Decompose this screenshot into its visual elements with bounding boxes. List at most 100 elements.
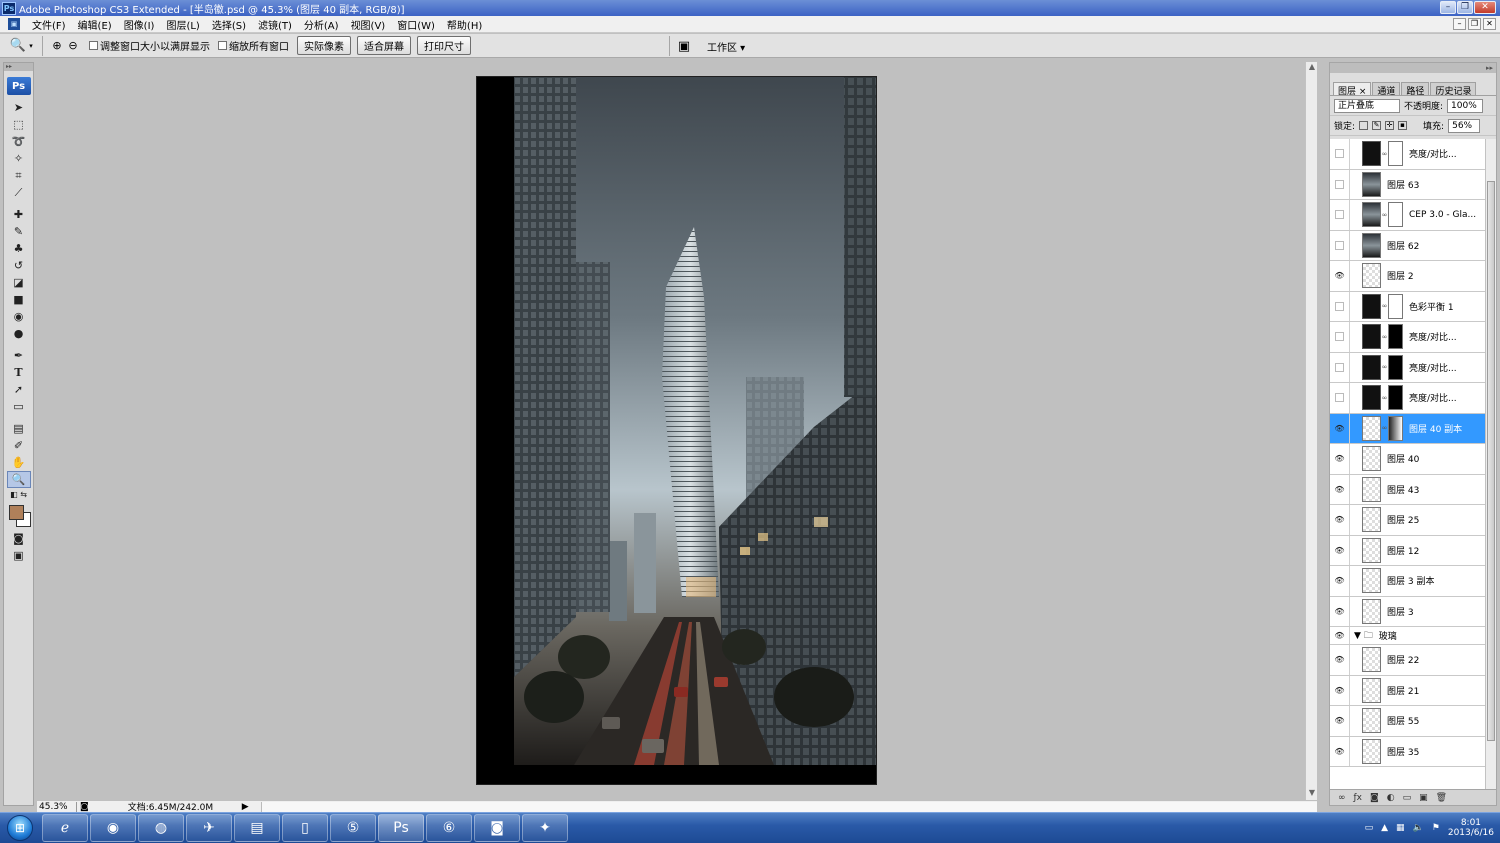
shape-tool-icon[interactable]: ▭ — [7, 398, 31, 415]
pen-tool-icon[interactable]: ✒ — [7, 347, 31, 364]
menu-file[interactable]: 文件(F) — [26, 17, 72, 32]
opacity-input[interactable]: 100% — [1447, 98, 1484, 113]
screen-mode-icon[interactable]: ▣ — [7, 547, 31, 564]
notes-app-icon[interactable]: ▯ — [282, 814, 328, 842]
layer-group-row[interactable]: 👁 ▼ 🗀 玻璃 — [1330, 627, 1486, 645]
visibility-box[interactable] — [1335, 301, 1344, 311]
document-canvas[interactable] — [476, 76, 877, 785]
canvas-vertical-scrollbar[interactable]: ▲ ▼ — [1305, 62, 1317, 800]
layer-mask-thumbnail[interactable] — [1388, 202, 1403, 228]
lock-position-icon[interactable]: ✛ — [1385, 121, 1395, 130]
visibility-toggle[interactable] — [1330, 200, 1350, 230]
eye-icon[interactable]: 👁 — [1330, 474, 1350, 504]
eyedropper-tool-icon[interactable]: ✐ — [7, 437, 31, 454]
start-button[interactable]: ⊞ — [0, 813, 40, 843]
layer-thumbnail[interactable] — [1362, 537, 1381, 563]
layer-thumbnail[interactable] — [1362, 677, 1381, 703]
eye-icon[interactable]: 👁 — [1330, 505, 1350, 535]
visibility-toggle[interactable] — [1330, 383, 1350, 413]
scroll-up-icon[interactable]: ▲ — [1306, 62, 1318, 74]
eye-icon[interactable]: 👁 — [1330, 444, 1350, 474]
mask-link-icon[interactable]: ∞ — [1381, 211, 1388, 219]
keyboard-icon[interactable]: ▭ — [1365, 823, 1374, 833]
eye-icon[interactable]: 👁 — [1330, 596, 1350, 626]
file-explorer-icon[interactable]: ▤ — [234, 814, 280, 842]
lock-transparency-icon[interactable] — [1359, 121, 1369, 130]
zoom-in-icon[interactable]: ⊕ — [49, 38, 65, 54]
color-swatches[interactable] — [6, 502, 32, 528]
layer-row[interactable]: 👁 图层 3 副本 — [1330, 566, 1486, 597]
menu-filter[interactable]: 滤镜(T) — [252, 17, 298, 32]
eye-icon[interactable]: 👁 — [1330, 645, 1350, 675]
visibility-box[interactable] — [1335, 393, 1344, 403]
zoom-tool-icon[interactable]: 🔍 — [10, 38, 26, 54]
tab-layers[interactable]: 图层 × — [1333, 82, 1372, 97]
acrobat-icon[interactable]: ✦ — [522, 814, 568, 842]
actual-pixels-button[interactable]: 实际像素 — [297, 36, 351, 55]
eye-icon[interactable]: 👁 — [1330, 675, 1350, 705]
layer-mask-thumbnail[interactable] — [1388, 293, 1403, 319]
layer-thumbnail[interactable] — [1362, 202, 1381, 228]
print-size-button[interactable]: 打印尺寸 — [417, 36, 471, 55]
visibility-toggle[interactable] — [1330, 322, 1350, 352]
swap-colors-icon[interactable]: ◧ ⇆ — [7, 488, 31, 500]
layer-thumbnail[interactable] — [1362, 324, 1381, 350]
tray-expand-icon[interactable]: ▲ — [1381, 823, 1388, 833]
layer-mask-thumbnail[interactable] — [1388, 385, 1403, 411]
browser-app-icon[interactable]: ◍ — [138, 814, 184, 842]
layer-mask-thumbnail[interactable] — [1388, 141, 1403, 167]
layer-row[interactable]: 👁 图层 21 — [1330, 675, 1486, 706]
eye-icon[interactable]: 👁 — [1330, 706, 1350, 736]
3dsmax-app-icon[interactable]: ⑤ — [330, 814, 376, 842]
lock-all-icon[interactable]: ▪ — [1398, 121, 1408, 130]
visibility-box[interactable] — [1335, 179, 1344, 189]
flag-icon[interactable]: ⚑ — [1432, 823, 1440, 833]
crop-tool-icon[interactable]: ⌗ — [7, 167, 31, 184]
new-group-icon[interactable]: ▭ — [1403, 793, 1412, 803]
menu-edit[interactable]: 编辑(E) — [72, 17, 118, 32]
hand-tool-icon[interactable]: ✋ — [7, 454, 31, 471]
layer-thumbnail[interactable] — [1362, 263, 1381, 289]
menu-select[interactable]: 选择(S) — [206, 17, 252, 32]
visibility-box[interactable] — [1335, 362, 1344, 372]
eye-icon[interactable]: 👁 — [1330, 413, 1350, 443]
layer-thumbnail[interactable] — [1362, 708, 1381, 734]
panel-collapse-icon[interactable]: ▸▸ — [1330, 63, 1496, 73]
chrome-icon[interactable]: ◉ — [90, 814, 136, 842]
windows-logo-icon[interactable]: ⊞ — [7, 815, 33, 841]
fit-screen-button[interactable]: 适合屏幕 — [357, 36, 411, 55]
layer-row[interactable]: ∞ 亮度/对比... — [1330, 139, 1486, 170]
checkbox-box[interactable] — [89, 41, 98, 50]
close-button[interactable]: ✕ — [1474, 1, 1496, 14]
eye-icon[interactable]: 👁 — [1330, 566, 1350, 596]
layer-thumbnail[interactable] — [1362, 171, 1381, 197]
adjustment-layer-icon[interactable]: ◐ — [1387, 793, 1395, 803]
eye-icon[interactable]: 👁 — [1330, 261, 1350, 291]
dodge-tool-icon[interactable]: ● — [7, 325, 31, 342]
layer-row[interactable]: 👁 图层 22 — [1330, 645, 1486, 676]
layer-row[interactable]: ∞ 色彩平衡 1 — [1330, 291, 1486, 322]
layer-row[interactable]: 👁 ∞ 图层 40 副本 — [1330, 413, 1486, 444]
mask-link-icon[interactable]: ∞ — [1381, 150, 1388, 158]
zoom-out-icon[interactable]: ⊖ — [65, 38, 81, 54]
clone-stamp-tool-icon[interactable]: ♣ — [7, 240, 31, 257]
layer-thumbnail[interactable] — [1362, 647, 1381, 673]
type-tool-icon[interactable]: T — [7, 364, 31, 381]
doc-minimize-button[interactable]: – — [1453, 18, 1466, 30]
menu-image[interactable]: 图像(I) — [118, 17, 161, 32]
tab-history[interactable]: 历史记录 — [1430, 82, 1477, 97]
zoom-level[interactable]: 45.3% — [37, 801, 77, 812]
menu-analysis[interactable]: 分析(A) — [298, 17, 345, 32]
menu-view[interactable]: 视图(V) — [345, 17, 392, 32]
layer-thumbnail[interactable] — [1362, 385, 1381, 411]
minimize-button[interactable]: – — [1440, 1, 1456, 14]
history-brush-tool-icon[interactable]: ↺ — [7, 257, 31, 274]
layer-row[interactable]: 👁 图层 25 — [1330, 505, 1486, 536]
layer-thumbnail[interactable] — [1362, 476, 1381, 502]
visibility-box[interactable] — [1335, 332, 1344, 342]
quick-mask-icon[interactable]: ◙ — [7, 530, 31, 547]
layer-thumbnail[interactable] — [1362, 232, 1381, 258]
layer-row[interactable]: 图层 62 — [1330, 230, 1486, 261]
visibility-toggle[interactable] — [1330, 169, 1350, 199]
zoom-tool-icon[interactable]: 🔍 — [6, 471, 31, 488]
